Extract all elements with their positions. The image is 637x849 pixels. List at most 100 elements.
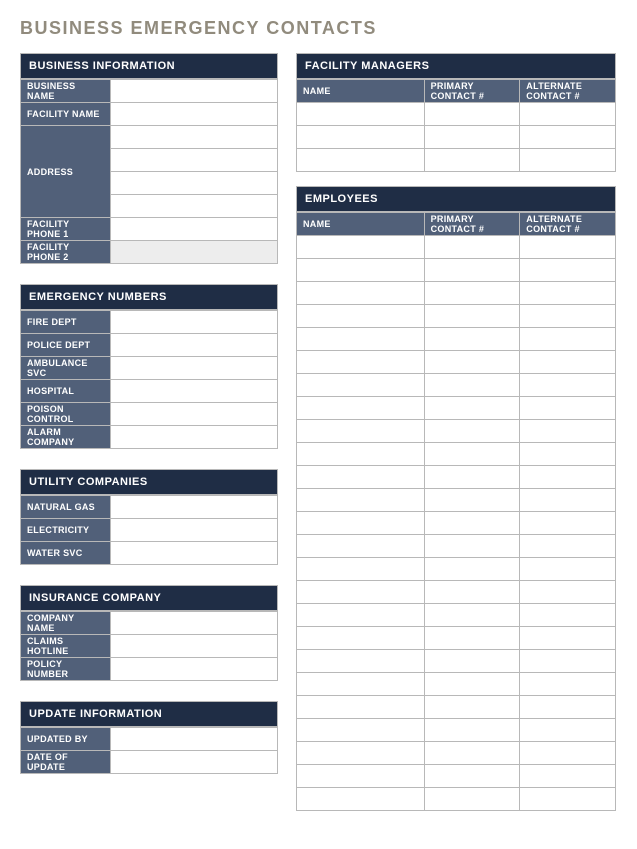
update-input[interactable] [111, 751, 278, 774]
employee-cell[interactable] [520, 420, 616, 443]
employee-cell[interactable] [424, 581, 520, 604]
facility-manager-cell[interactable] [297, 103, 425, 126]
employee-cell[interactable] [297, 420, 425, 443]
facility-manager-cell[interactable] [297, 126, 425, 149]
employee-cell[interactable] [297, 788, 425, 811]
employee-cell[interactable] [520, 236, 616, 259]
employee-cell[interactable] [520, 627, 616, 650]
insurance-input[interactable] [111, 635, 278, 658]
employee-cell[interactable] [520, 512, 616, 535]
employee-cell[interactable] [297, 351, 425, 374]
employee-cell[interactable] [297, 466, 425, 489]
employee-cell[interactable] [297, 742, 425, 765]
facility-manager-cell[interactable] [520, 103, 616, 126]
employee-cell[interactable] [297, 489, 425, 512]
facility-manager-cell[interactable] [520, 149, 616, 172]
employee-cell[interactable] [520, 397, 616, 420]
employee-cell[interactable] [520, 604, 616, 627]
employee-cell[interactable] [520, 581, 616, 604]
employee-cell[interactable] [520, 558, 616, 581]
input-phone-2[interactable] [111, 241, 278, 264]
employee-cell[interactable] [297, 259, 425, 282]
utility-input[interactable] [111, 496, 278, 519]
utility-input[interactable] [111, 519, 278, 542]
employee-cell[interactable] [424, 627, 520, 650]
employee-cell[interactable] [520, 742, 616, 765]
employee-cell[interactable] [424, 259, 520, 282]
employee-cell[interactable] [520, 696, 616, 719]
employee-cell[interactable] [424, 466, 520, 489]
employee-cell[interactable] [520, 328, 616, 351]
employee-cell[interactable] [520, 259, 616, 282]
employee-cell[interactable] [520, 282, 616, 305]
employee-cell[interactable] [424, 535, 520, 558]
insurance-input[interactable] [111, 612, 278, 635]
emergency-input[interactable] [111, 357, 278, 380]
emergency-input[interactable] [111, 403, 278, 426]
employee-cell[interactable] [297, 696, 425, 719]
insurance-input[interactable] [111, 658, 278, 681]
employee-cell[interactable] [424, 765, 520, 788]
emergency-input[interactable] [111, 334, 278, 357]
employee-cell[interactable] [424, 351, 520, 374]
employee-cell[interactable] [297, 627, 425, 650]
employee-cell[interactable] [520, 719, 616, 742]
employee-cell[interactable] [424, 305, 520, 328]
input-address-3[interactable] [111, 172, 278, 195]
input-facility-name[interactable] [111, 103, 278, 126]
employee-cell[interactable] [424, 282, 520, 305]
emergency-input[interactable] [111, 426, 278, 449]
emergency-input[interactable] [111, 380, 278, 403]
input-address-2[interactable] [111, 149, 278, 172]
employee-cell[interactable] [520, 535, 616, 558]
employee-cell[interactable] [297, 443, 425, 466]
employee-cell[interactable] [520, 673, 616, 696]
employee-cell[interactable] [520, 443, 616, 466]
employee-cell[interactable] [520, 466, 616, 489]
employee-cell[interactable] [297, 236, 425, 259]
employee-cell[interactable] [424, 443, 520, 466]
employee-cell[interactable] [297, 604, 425, 627]
employee-cell[interactable] [297, 581, 425, 604]
utility-input[interactable] [111, 542, 278, 565]
employee-cell[interactable] [424, 558, 520, 581]
input-business-name[interactable] [111, 80, 278, 103]
input-address-1[interactable] [111, 126, 278, 149]
emergency-input[interactable] [111, 311, 278, 334]
update-input[interactable] [111, 728, 278, 751]
employee-cell[interactable] [424, 397, 520, 420]
employee-cell[interactable] [424, 650, 520, 673]
employee-cell[interactable] [520, 305, 616, 328]
input-phone-1[interactable] [111, 218, 278, 241]
employee-cell[interactable] [520, 351, 616, 374]
employee-cell[interactable] [297, 558, 425, 581]
employee-cell[interactable] [520, 788, 616, 811]
employee-cell[interactable] [424, 604, 520, 627]
employee-cell[interactable] [297, 282, 425, 305]
employee-cell[interactable] [424, 696, 520, 719]
employee-cell[interactable] [424, 374, 520, 397]
employee-cell[interactable] [424, 420, 520, 443]
facility-manager-cell[interactable] [424, 126, 520, 149]
facility-manager-cell[interactable] [424, 103, 520, 126]
employee-cell[interactable] [297, 397, 425, 420]
employee-cell[interactable] [297, 512, 425, 535]
employee-cell[interactable] [297, 305, 425, 328]
employee-cell[interactable] [297, 765, 425, 788]
input-address-4[interactable] [111, 195, 278, 218]
employee-cell[interactable] [424, 328, 520, 351]
employee-cell[interactable] [424, 512, 520, 535]
employee-cell[interactable] [297, 374, 425, 397]
employee-cell[interactable] [297, 328, 425, 351]
employee-cell[interactable] [424, 236, 520, 259]
employee-cell[interactable] [297, 719, 425, 742]
employee-cell[interactable] [424, 673, 520, 696]
employee-cell[interactable] [520, 489, 616, 512]
facility-manager-cell[interactable] [424, 149, 520, 172]
employee-cell[interactable] [520, 374, 616, 397]
employee-cell[interactable] [297, 650, 425, 673]
employee-cell[interactable] [424, 788, 520, 811]
employee-cell[interactable] [424, 742, 520, 765]
employee-cell[interactable] [424, 489, 520, 512]
facility-manager-cell[interactable] [520, 126, 616, 149]
